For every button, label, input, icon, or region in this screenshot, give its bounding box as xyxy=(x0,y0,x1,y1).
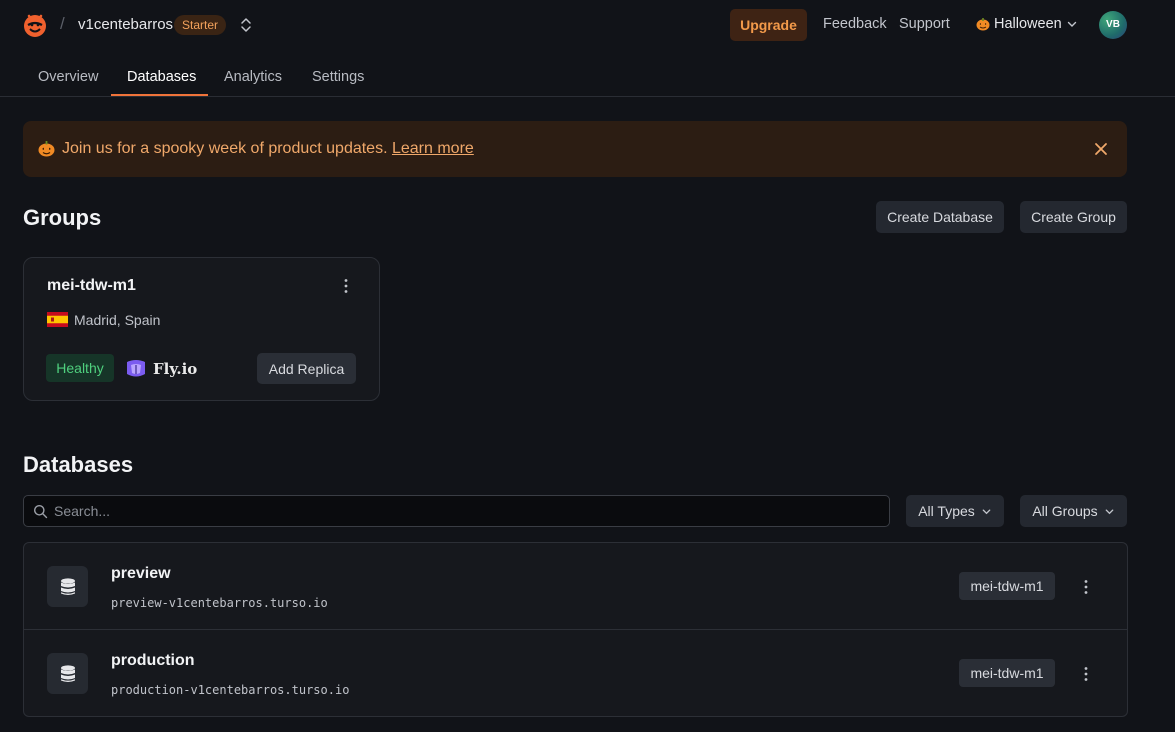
tab-analytics[interactable]: Analytics xyxy=(224,69,282,85)
database-icon-box xyxy=(47,653,88,694)
turso-logo-icon[interactable] xyxy=(22,12,48,38)
search-icon xyxy=(34,505,48,519)
breadcrumb-separator: / xyxy=(60,14,65,33)
org-switcher-icon[interactable] xyxy=(238,15,254,35)
groups-filter-label: All Groups xyxy=(1032,503,1098,519)
more-options-icon[interactable] xyxy=(1076,577,1096,597)
close-icon[interactable] xyxy=(1091,139,1111,159)
tab-settings[interactable]: Settings xyxy=(312,69,364,85)
theme-label: Halloween xyxy=(994,16,1062,32)
chevron-down-icon xyxy=(1105,508,1114,514)
add-replica-button[interactable]: Add Replica xyxy=(257,353,356,384)
database-icon xyxy=(60,577,75,595)
support-link[interactable]: Support xyxy=(899,16,950,32)
theme-selector[interactable]: Halloween xyxy=(976,16,1078,32)
more-options-icon[interactable] xyxy=(336,276,356,296)
fly-io-logo-icon xyxy=(127,360,145,377)
plan-badge: Starter xyxy=(174,15,227,35)
banner-text: Join us for a spooky week of product upd… xyxy=(62,140,474,158)
database-group-badge[interactable]: mei-tdw-m1 xyxy=(959,659,1055,687)
database-group-badge[interactable]: mei-tdw-m1 xyxy=(959,572,1055,600)
pumpkin-icon xyxy=(976,18,990,31)
database-host: production-v1centebarros.turso.io xyxy=(111,683,350,697)
types-filter-label: All Types xyxy=(918,503,975,519)
chevron-down-icon xyxy=(982,508,991,514)
create-database-button[interactable]: Create Database xyxy=(876,201,1004,233)
org-name[interactable]: v1centebarros xyxy=(78,16,173,33)
database-icon-box xyxy=(47,566,88,607)
active-tab-indicator xyxy=(111,94,208,96)
nav-tabs: Overview Databases Analytics Settings xyxy=(0,58,1175,97)
group-name: mei-tdw-m1 xyxy=(47,277,136,294)
create-group-button[interactable]: Create Group xyxy=(1020,201,1127,233)
upgrade-button[interactable]: Upgrade xyxy=(730,9,807,41)
groups-heading: Groups xyxy=(23,205,102,230)
database-name[interactable]: preview xyxy=(111,565,171,583)
banner-message: Join us for a spooky week of product upd… xyxy=(62,140,388,157)
top-bar: / v1centebarros Starter Upgrade Feedback… xyxy=(0,0,1175,50)
group-location: Madrid, Spain xyxy=(74,312,161,328)
database-list: preview preview-v1centebarros.turso.io m… xyxy=(23,542,1128,717)
spain-flag-icon xyxy=(47,312,68,327)
database-name[interactable]: production xyxy=(111,652,195,670)
announcement-banner: Join us for a spooky week of product upd… xyxy=(23,121,1127,177)
more-options-icon[interactable] xyxy=(1076,664,1096,684)
types-filter-dropdown[interactable]: All Types xyxy=(906,495,1004,527)
database-row[interactable]: production production-v1centebarros.turs… xyxy=(24,630,1127,716)
databases-heading: Databases xyxy=(23,452,134,477)
pumpkin-icon xyxy=(38,141,55,157)
tab-overview[interactable]: Overview xyxy=(38,69,98,85)
user-avatar[interactable]: VB xyxy=(1099,11,1127,39)
group-card[interactable]: mei-tdw-m1 Madrid, Spain Healthy Fly.io … xyxy=(23,257,380,401)
search-input[interactable] xyxy=(54,496,874,526)
learn-more-link[interactable]: Learn more xyxy=(392,140,474,157)
database-icon xyxy=(60,664,75,682)
search-box xyxy=(23,495,890,527)
tab-databases[interactable]: Databases xyxy=(127,69,196,85)
status-badge: Healthy xyxy=(46,354,114,382)
database-host: preview-v1centebarros.turso.io xyxy=(111,596,328,610)
chevron-down-icon xyxy=(1067,21,1076,27)
provider-name: Fly.io xyxy=(153,360,198,378)
feedback-link[interactable]: Feedback xyxy=(823,16,887,32)
database-row[interactable]: preview preview-v1centebarros.turso.io m… xyxy=(24,543,1127,630)
groups-filter-dropdown[interactable]: All Groups xyxy=(1020,495,1127,527)
